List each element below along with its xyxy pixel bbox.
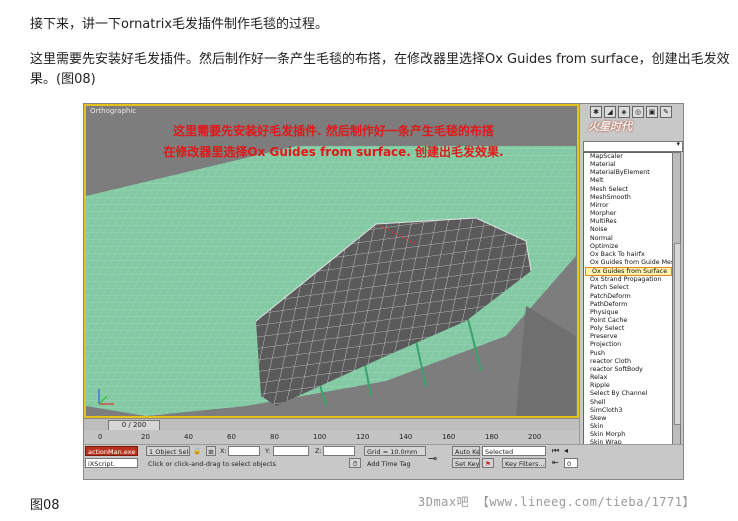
axis-gizmo-icon — [98, 389, 114, 405]
modifier-item[interactable]: Mesh Select — [584, 186, 672, 194]
modifier-item[interactable]: Optimize — [584, 243, 672, 251]
figure-caption: 图08 — [30, 498, 60, 513]
time-slider[interactable]: 0 / 200 — [84, 418, 579, 431]
hierarchy-tab-icon[interactable]: ◈ — [618, 106, 630, 118]
modifier-item[interactable]: Shell — [584, 399, 672, 407]
lock-icon[interactable]: 🔒 — [193, 446, 201, 456]
selection-count: 1 Object Sele — [146, 446, 190, 456]
add-time-tag-button[interactable]: Add Time Tag — [367, 459, 411, 469]
modifier-item[interactable]: PathDeform — [584, 301, 672, 309]
modifier-item[interactable]: SimCloth3 — [584, 407, 672, 415]
status-bar: actionMan.exe iXScript. 1 Object Sele 🔒 … — [84, 444, 683, 479]
x-coordinate-field[interactable] — [228, 446, 260, 456]
3dsmax-screenshot: Orthographic 这里需要先安装好毛发插件. 然后制作好一条产生毛毯的布… — [83, 103, 684, 480]
modifier-item[interactable]: Mirror — [584, 202, 672, 210]
timeline-tick-label: 120 — [356, 433, 370, 441]
modifier-item[interactable]: Ox Strand Propagation — [584, 276, 672, 284]
annotation-line-1: 这里需要先安装好毛发插件. 然后制作好一条产生毛毯的布搭 — [173, 124, 494, 138]
key-filters-button[interactable]: Key Filters... — [502, 458, 546, 468]
timeline-tick-label: 140 — [399, 433, 413, 441]
modifier-item[interactable]: Ox Guides from Guide Mesh — [584, 259, 672, 267]
y-label: Y: — [265, 447, 271, 455]
modifier-item[interactable]: MultiRes — [584, 218, 672, 226]
modifier-item[interactable]: reactor SoftBody — [584, 366, 672, 374]
modifier-item[interactable]: Point Cache — [584, 317, 672, 325]
modifier-item[interactable]: Ripple — [584, 382, 672, 390]
modifier-item[interactable]: Push — [584, 350, 672, 358]
intro-text: 接下来，讲一下ornatrix毛发插件制作毛毯的过程。 — [30, 17, 329, 32]
modifier-item[interactable]: Relax — [584, 374, 672, 382]
timeline-tick-label: 80 — [270, 433, 279, 441]
timeline-tick-label: 60 — [227, 433, 236, 441]
modify-tab-icon[interactable]: ◢ — [604, 106, 616, 118]
scrollbar-thumb[interactable] — [674, 243, 681, 425]
modifier-list-dropdown[interactable]: ▾ — [583, 140, 683, 152]
modifier-item[interactable]: MaterialByElement — [584, 169, 672, 177]
go-to-start-icon[interactable]: ⏮ — [552, 446, 559, 456]
y-coordinate-field[interactable] — [273, 446, 309, 456]
utilities-tab-icon[interactable]: ✎ — [660, 106, 672, 118]
create-tab-icon[interactable]: ✱ — [590, 106, 602, 118]
z-label: Z: — [315, 447, 322, 455]
x-label: X: — [220, 447, 227, 455]
site-logo: 火星时代 — [588, 120, 632, 133]
current-frame-field[interactable]: 0 — [564, 458, 578, 468]
modifier-item[interactable]: Melt — [584, 177, 672, 185]
set-key-button[interactable]: Set Key — [452, 458, 480, 468]
z-coordinate-field[interactable] — [323, 446, 355, 456]
grid-size: Grid = 10.0mm — [364, 446, 426, 456]
maxscript-mini-listener[interactable]: iXScript. — [85, 458, 138, 468]
maxscript-listener[interactable]: actionMan.exe — [85, 446, 138, 456]
modifier-item[interactable]: Noise — [584, 226, 672, 234]
modifier-item[interactable]: Skin Morph — [584, 431, 672, 439]
modifier-item[interactable]: Projection — [584, 341, 672, 349]
modifier-item[interactable]: Physique — [584, 309, 672, 317]
modifier-item[interactable]: reactor Cloth — [584, 358, 672, 366]
modifier-item[interactable]: Preserve — [584, 333, 672, 341]
annotation-line-2: 在修改器里选择Ox Guides from surface. 创建出毛发效果. — [163, 145, 504, 159]
modifier-item[interactable]: PatchDeform — [584, 293, 672, 301]
previous-frame-icon[interactable]: ◂ — [564, 446, 568, 456]
modifier-item[interactable]: Morpher — [584, 210, 672, 218]
timeline-tick-label: 180 — [485, 433, 499, 441]
selected-dropdown[interactable]: Selected — [482, 446, 546, 456]
modifier-item[interactable]: MapScaler — [584, 153, 672, 161]
modifier-list-scrollbar[interactable] — [672, 152, 681, 479]
auto-key-button[interactable]: Auto Key — [452, 446, 480, 456]
timeline-tick-label: 200 — [528, 433, 542, 441]
modifier-item[interactable]: Skew — [584, 415, 672, 423]
modifier-item[interactable]: Ox Back To hairfx — [584, 251, 672, 259]
transform-mode-icon[interactable]: ⊞ — [206, 446, 216, 456]
prompt-line: Click or click-and-drag to select object… — [148, 460, 277, 468]
timeline-tick-label: 20 — [141, 433, 150, 441]
modifier-list: MapScaler Material MaterialByElement Melt Me… — [583, 152, 673, 479]
key-mode-icon[interactable]: ⇤ — [552, 458, 559, 468]
modifier-item[interactable]: MeshSmooth — [584, 194, 672, 202]
modifier-item[interactable]: Material — [584, 161, 672, 169]
modifier-item[interactable]: Normal — [584, 235, 672, 243]
command-panel-tabs: ✱ ◢ ◈ ◎ ▣ ✎ — [590, 106, 672, 118]
set-key-icon[interactable]: ⚑ — [482, 458, 494, 468]
modifier-item-selected[interactable]: Ox Guides from Surface — [585, 267, 672, 277]
instruction-paragraph: 这里需要先安装好毛发插件。然后制作好一条产生毛毯的布搭，在修改器里选择Ox Gu… — [30, 52, 730, 87]
timeline-ruler[interactable]: 0 20 40 60 80 100 120 140 160 180 200 — [84, 430, 579, 444]
modifier-item[interactable]: Skin — [584, 423, 672, 431]
modifier-item[interactable]: Poly Select — [584, 325, 672, 333]
watermark: 3Dmax吧 【www.lineeg.com/tieba/1771】 — [418, 495, 695, 509]
perspective-viewport[interactable]: Orthographic 这里需要先安装好毛发插件. 然后制作好一条产生毛毯的布… — [84, 104, 579, 418]
key-icon[interactable]: ⊸ — [428, 453, 437, 464]
modifier-item[interactable]: Patch Select — [584, 284, 672, 292]
timeline-tick-label: 40 — [184, 433, 193, 441]
timeline-tick-label: 100 — [313, 433, 327, 441]
command-panel: ✱ ◢ ◈ ◎ ▣ ✎ 火星时代 ▾ MapScaler Material Mate… — [579, 104, 683, 479]
display-tab-icon[interactable]: ▣ — [646, 106, 658, 118]
modifier-item[interactable]: Select By Channel — [584, 390, 672, 398]
timeline-tick-label: 0 — [98, 433, 103, 441]
time-tag-icon[interactable]: ⏱ — [349, 458, 361, 468]
chevron-down-icon: ▾ — [676, 140, 680, 148]
motion-tab-icon[interactable]: ◎ — [632, 106, 644, 118]
timeline-tick-label: 160 — [442, 433, 456, 441]
